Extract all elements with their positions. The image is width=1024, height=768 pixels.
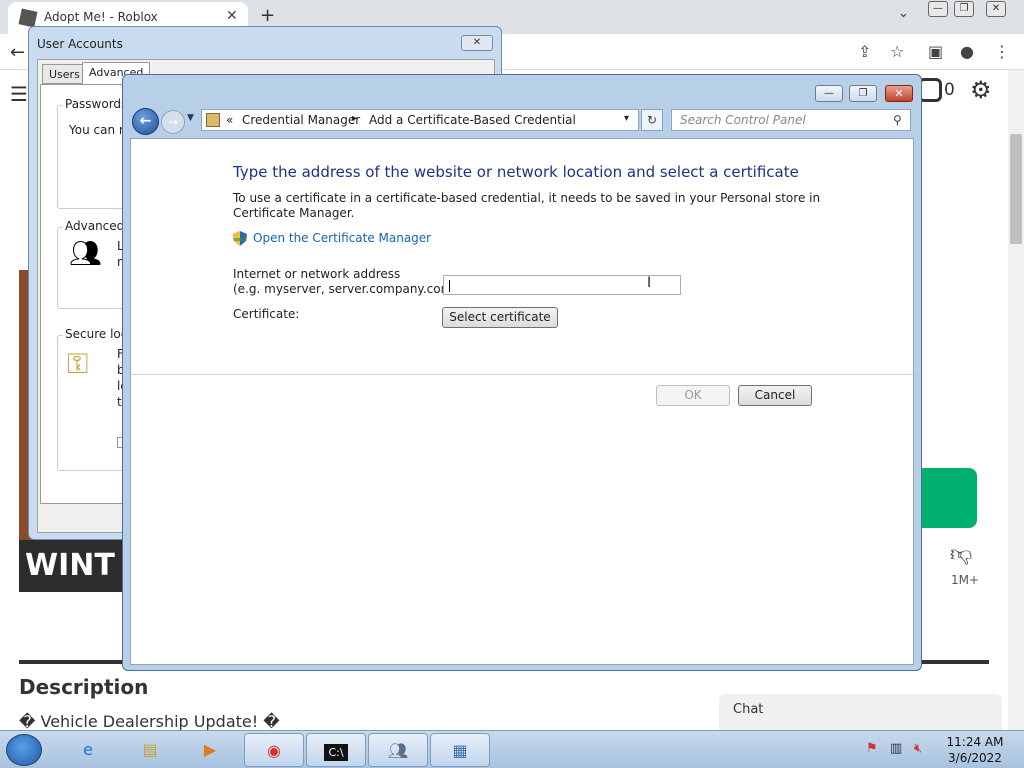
page-heading: Type the address of the website or netwo… [233,163,799,181]
recent-pages-dropdown-icon[interactable]: ▼ [187,113,194,123]
share-icon[interactable]: ⇪ [858,42,871,61]
tab-close-icon[interactable]: ✕ [226,8,238,24]
chat-bar[interactable]: Chat [719,694,1002,730]
roblox-favicon-icon [18,8,38,28]
action-center-flag-icon[interactable]: ⚑ [866,741,878,756]
breadcrumb-credential-manager[interactable]: Credential Manager [242,113,360,127]
clock-time: 11:24 AM [946,735,1004,749]
back-button[interactable]: ← [132,108,159,135]
address-dropdown-icon[interactable]: ▾ [624,113,629,124]
start-button[interactable] [6,734,42,766]
address-bar[interactable]: « Credential Manager ▸ Add a Certificate… [201,109,639,131]
breadcrumb-separator-icon[interactable]: ▸ [352,113,357,124]
system-clock[interactable]: 11:24 AM 3/6/2022 [935,734,1015,766]
clock-date: 3/6/2022 [948,751,1002,765]
credential-manager-window: — ❐ ✕ ← → ▼ « Credential Manager ▸ Add a… [122,74,922,671]
ibeam-cursor-icon: I [647,275,652,291]
address-label-line2: (e.g. myserver, server.company.com): [233,282,461,296]
media-player-icon[interactable]: ▶ [180,733,240,767]
address-label: Internet or network address (e.g. myserv… [233,267,461,297]
settings-gear-icon[interactable]: ⚙ [970,76,992,104]
scrollbar-thumb[interactable] [1010,134,1022,244]
maximize-button[interactable]: ❐ [849,85,877,102]
description-text: � Vehicle Dealership Update! � [19,712,280,731]
control-panel-icon [206,113,220,127]
side-panel-icon[interactable]: ▣ [928,42,943,61]
ok-button[interactable]: OK [656,385,730,406]
breadcrumb-overflow[interactable]: « [226,113,233,127]
window-title: User Accounts [37,37,123,51]
user-accounts-taskbar-icon[interactable]: 👥︎ [368,733,428,767]
play-button[interactable] [916,468,977,528]
chrome-icon[interactable]: ◉ [244,733,304,767]
minimize-button[interactable]: — [815,85,843,102]
tab-search-chevron-icon[interactable]: ⌄ [898,6,909,21]
forward-button[interactable]: → [161,110,185,134]
users-icon: 👥︎ [69,239,103,269]
text-caret [449,280,450,292]
command-prompt-icon[interactable]: C:\ [306,733,366,767]
minimize-button[interactable]: — [928,1,948,17]
certificate-label: Certificate: [233,307,300,321]
thumbs-down-icon[interactable]: 👎︎ [950,540,972,567]
restore-button[interactable]: ❐ [954,1,974,17]
taskbar: e ▤ ▶ ◉ C:\ 👥︎ ▦ ⚑ ▥ 🔇︎ 11:24 AM 3/6/202… [0,730,1024,768]
back-arrow-icon[interactable]: ← [10,42,25,63]
tab-title: Adopt Me! - Roblox [44,10,158,24]
divider [131,374,913,375]
cancel-button[interactable]: Cancel [738,385,812,406]
credential-form: Type the address of the website or netwo… [130,138,914,665]
control-panel-taskbar-icon[interactable]: ▦ [430,733,490,767]
game-banner-text: WINT [19,540,125,592]
key-icon: ⚿ [67,347,89,380]
close-button[interactable]: ✕ [986,1,1006,17]
description-title: Description [19,675,149,699]
close-button[interactable]: ✕ [461,35,493,51]
volume-muted-icon[interactable]: 🔇︎ [914,741,922,756]
page-description: To use a certificate in a certificate-ba… [233,191,821,220]
breadcrumb-current[interactable]: Add a Certificate-Based Credential [369,113,576,127]
search-input[interactable]: Search Control Panel [671,109,911,131]
bookmark-star-icon[interactable]: ☆ [890,42,904,61]
passwords-group-label: Passwords [63,97,130,111]
profile-avatar-icon[interactable]: ● [960,42,974,61]
refresh-button[interactable]: ↻ [641,109,663,131]
vote-count: 1M+ [951,573,980,587]
open-certificate-manager-link[interactable]: Open the Certificate Manager [253,231,431,245]
menu-kebab-icon[interactable]: ⋮ [994,42,1010,61]
new-tab-button[interactable]: + [260,5,275,26]
tab-users[interactable]: Users [42,64,87,84]
internet-explorer-icon[interactable]: e [58,733,118,767]
network-icon[interactable]: ▥ [890,741,902,756]
network-address-input[interactable] [443,275,681,295]
address-label-line1: Internet or network address [233,267,401,281]
uac-shield-icon [233,231,247,246]
hamburger-menu-icon[interactable]: ☰ [10,82,28,106]
select-certificate-button[interactable]: Select certificate [442,307,558,328]
search-icon[interactable]: ⚲ [893,113,902,127]
robux-count: 0 [944,80,955,100]
close-button[interactable]: ✕ [885,85,913,102]
file-explorer-icon[interactable]: ▤ [120,733,180,767]
